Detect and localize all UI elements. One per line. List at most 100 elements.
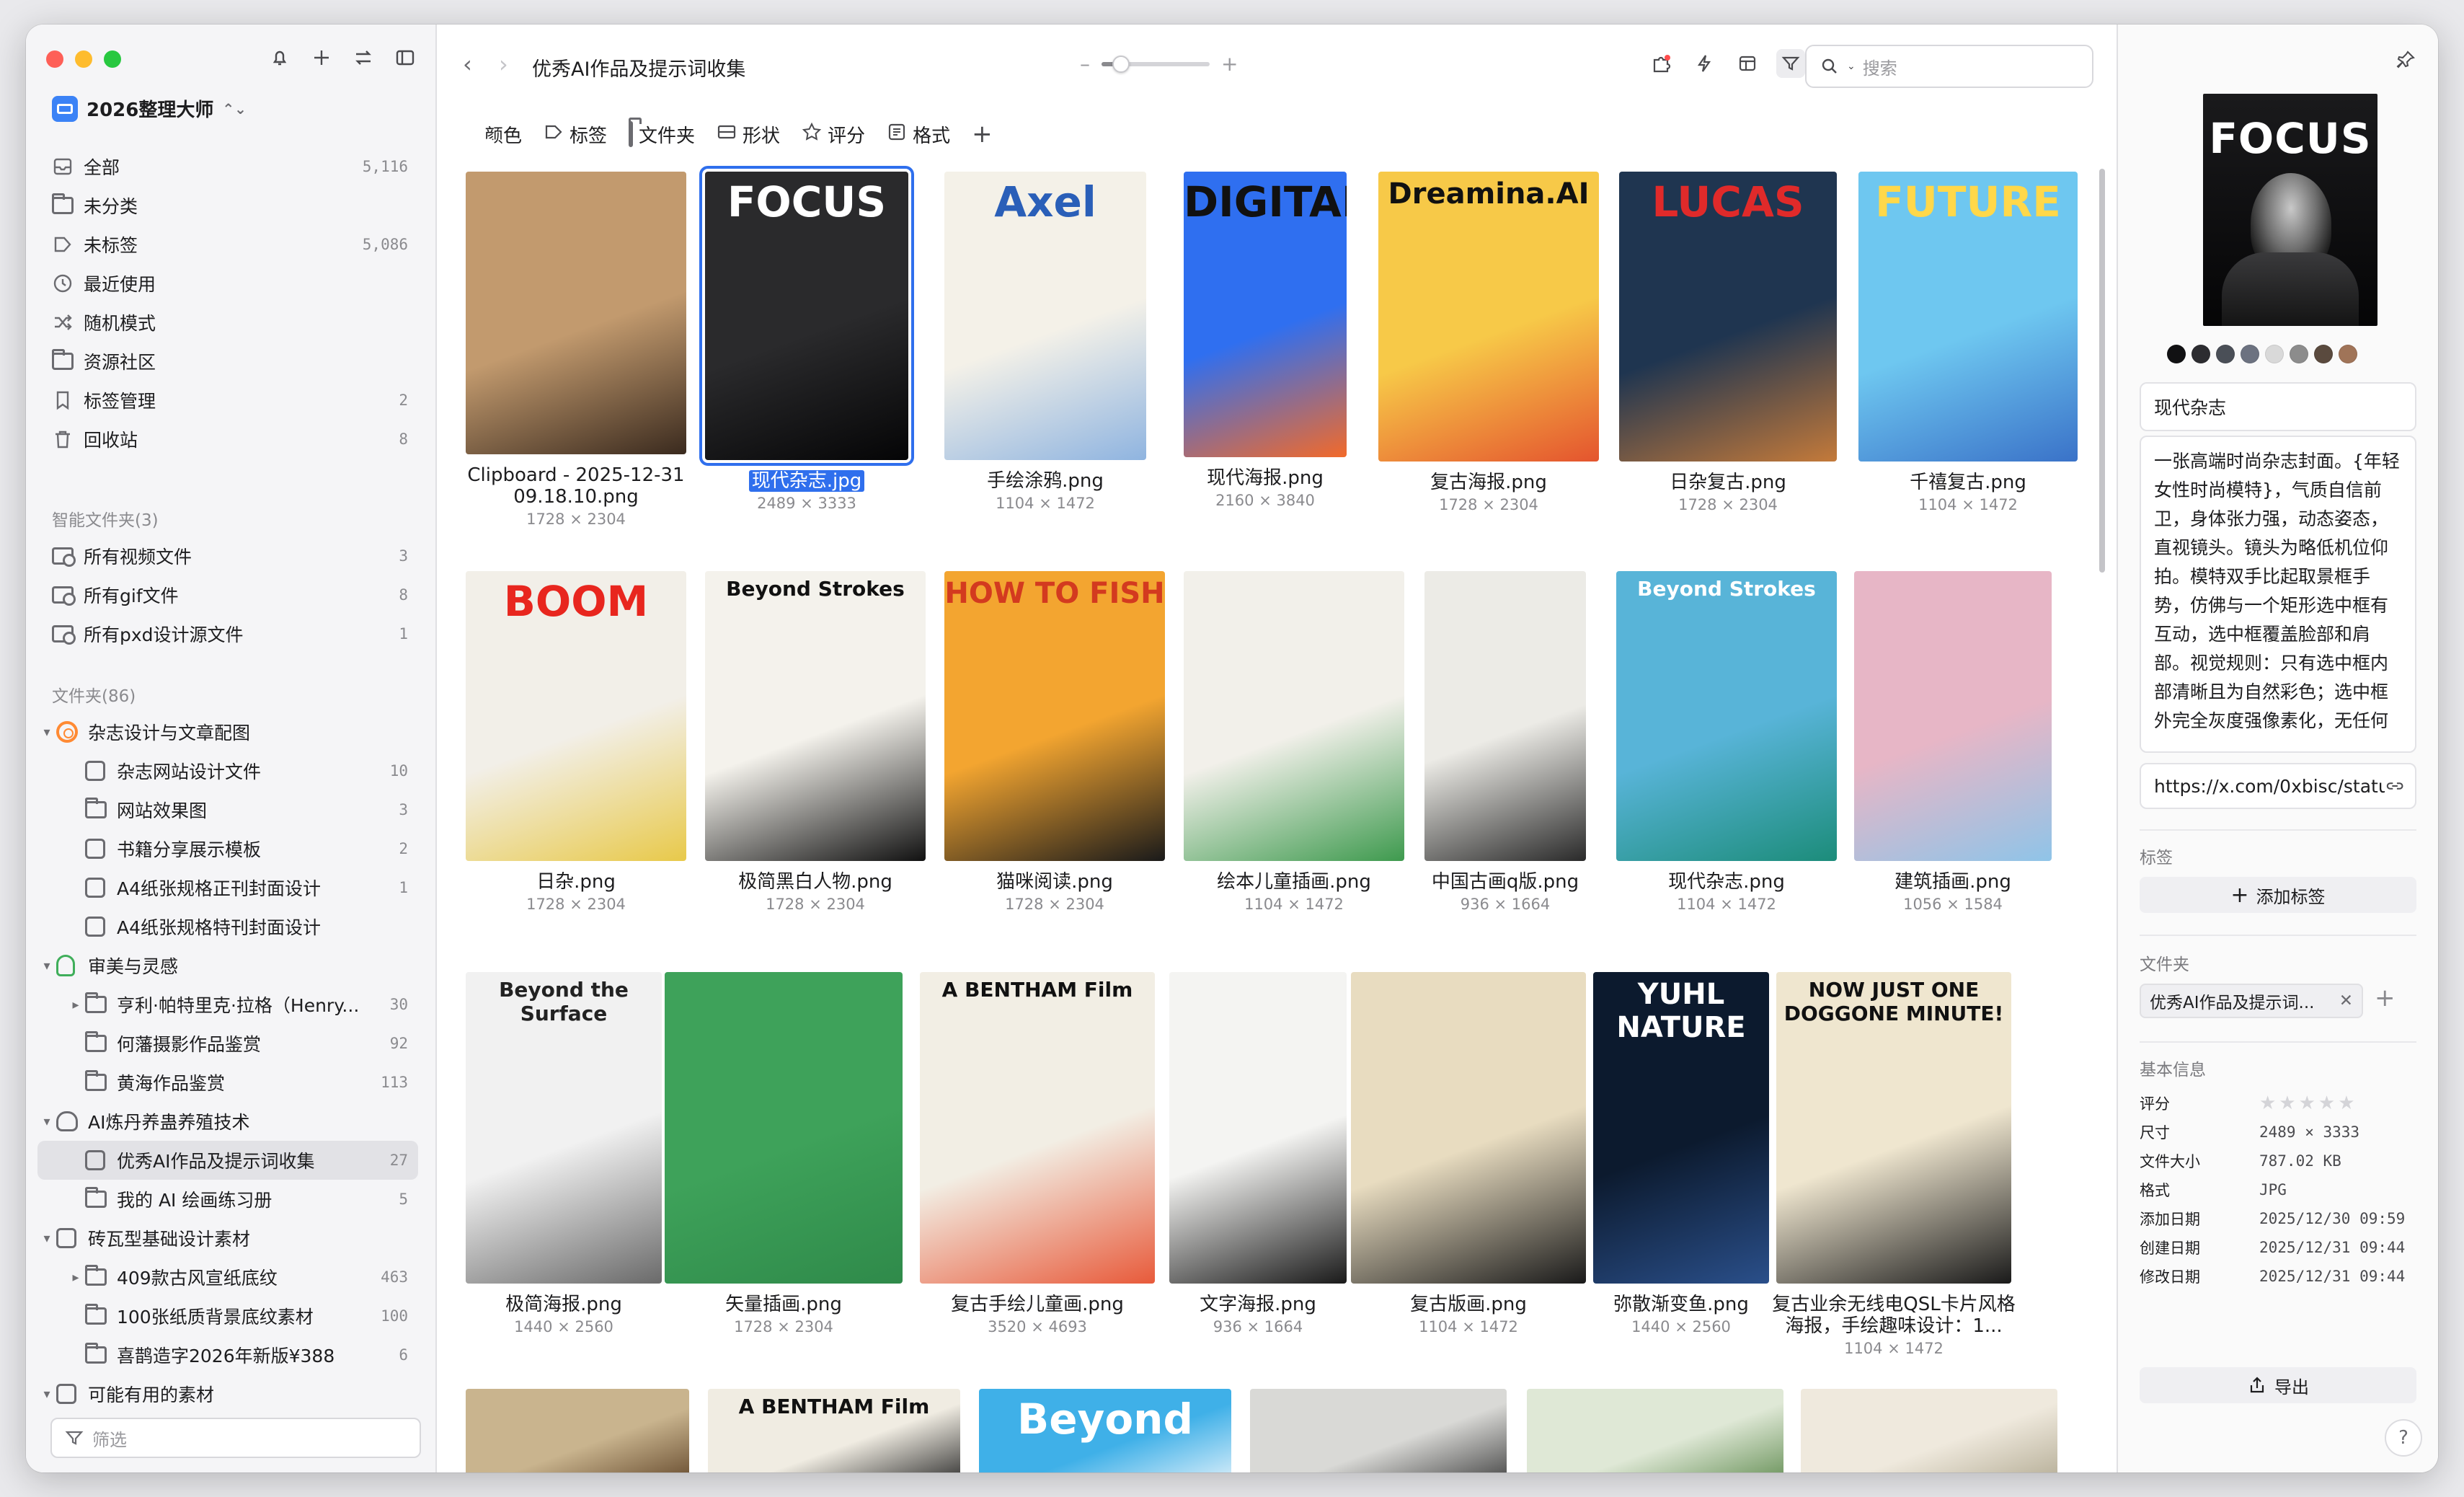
folder-item[interactable]: 杂志网站设计文件 10 [37,751,418,790]
image-thumbnail[interactable]: DIGITAL [1184,172,1347,457]
image-thumbnail[interactable]: BOOM [466,571,686,861]
folder-item[interactable]: 书籍分享展示模板 2 [37,829,418,868]
image-thumbnail[interactable]: LUCAS [1619,172,1837,462]
chevron-down-icon[interactable]: ▾ [37,1231,56,1246]
layout-icon[interactable] [1733,49,1762,78]
sidebar-item[interactable]: 未标签 5,086 [52,225,418,264]
folder-item[interactable]: ▾ 杂志设计与文章配图 [37,712,418,751]
zoom-slider-knob[interactable] [1112,55,1130,73]
sidebar-filter-input[interactable]: 筛选 [50,1418,421,1458]
funnel-icon[interactable] [1776,49,1805,78]
folder-item[interactable]: 何藩摄影作品鉴赏 92 [37,1024,418,1063]
image-thumbnail[interactable]: YUHL NATURE [1593,972,1769,1284]
chevron-down-icon[interactable]: ▾ [37,1114,56,1129]
color-swatch[interactable] [2241,345,2259,363]
smart-folder-item[interactable]: 所有gif文件 8 [52,575,418,614]
color-swatch[interactable] [2167,345,2186,363]
image-thumbnail[interactable]: Beyond the Surface [466,972,662,1284]
folder-item[interactable]: 黄海作品鉴赏 113 [37,1063,418,1102]
chevron-right-icon[interactable]: ▸ [66,997,85,1012]
export-button[interactable]: 导出 [2140,1367,2416,1403]
minimize-window-button[interactable] [75,50,92,68]
folder-item[interactable]: A4纸张规格正刊封面设计 1 [37,868,418,907]
forward-chevron-icon[interactable]: › [499,50,508,78]
filter-format[interactable]: 格式 [887,121,950,148]
add-filter-button[interactable]: + [972,120,993,149]
image-thumbnail[interactable] [1184,571,1404,861]
add-tag-button[interactable]: + 添加标签 [2140,877,2416,913]
url-field[interactable]: https://x.com/0xbisc/status [2140,763,2416,809]
image-thumbnail[interactable] [466,1389,689,1472]
image-thumbnail[interactable]: Axel [944,172,1146,460]
filter-shape[interactable]: 形状 [717,121,780,148]
sidebar-item[interactable]: 资源社区 [52,342,418,381]
folder-item[interactable]: 喜鹊造字2026年新版¥388 6 [37,1335,418,1374]
folder-item[interactable]: ▾ 砖瓦型基础设计素材 [37,1219,418,1258]
folders-header[interactable]: 文件夹(86) [52,676,418,712]
image-thumbnail[interactable] [1424,571,1586,861]
chevron-right-icon[interactable]: ▸ [66,1270,85,1285]
color-swatch[interactable] [2265,345,2284,363]
chevron-down-icon[interactable]: ▾ [37,958,56,973]
color-swatch[interactable] [2290,345,2308,363]
color-swatch[interactable] [2192,345,2210,363]
filter-star[interactable]: 评分 [802,121,865,148]
sidebar-item[interactable]: 最近使用 [52,264,418,303]
maximize-window-button[interactable] [104,50,121,68]
image-thumbnail[interactable]: Beyond Strokes [705,571,926,861]
scrollbar-thumb[interactable] [2099,169,2105,573]
image-thumbnail[interactable] [466,172,686,454]
image-thumbnail[interactable]: Beyond Strokes [1616,571,1837,861]
help-icon[interactable]: ? [2385,1419,2422,1457]
image-thumbnail[interactable]: FUTURE [1858,172,2078,462]
smart-folder-item[interactable]: 所有视频文件 3 [52,536,418,575]
image-thumbnail[interactable] [1527,1389,1783,1472]
smart-folders-header[interactable]: 智能文件夹(3) [52,500,418,536]
swap-icon[interactable] [350,45,376,71]
folder-item[interactable]: 我的 AI 绘画练习册 5 [37,1180,418,1219]
zoom-out-button[interactable]: – [1080,52,1090,76]
folder-item[interactable]: 网站效果图 3 [37,790,418,829]
image-thumbnail[interactable] [1351,972,1586,1284]
image-thumbnail[interactable]: FOCUS [699,166,914,466]
chevron-down-icon[interactable]: ▾ [37,725,56,740]
folder-item[interactable]: A4纸张规格特刊封面设计 [37,907,418,946]
preview-image[interactable]: FOCUS [2203,94,2377,326]
folder-item[interactable]: ▾ AI炼丹养蛊养殖技术 [37,1102,418,1141]
remove-chip-icon[interactable]: ✕ [2339,992,2353,1010]
sidebar-item[interactable]: 回收站 8 [52,420,418,459]
library-switcher[interactable]: 2026整理大师 ⌃⌄ [52,95,247,122]
folder-item[interactable]: 优秀AI作品及提示词收集 27 [37,1141,418,1180]
color-swatch[interactable] [2314,345,2333,363]
color-swatch[interactable] [2339,345,2357,363]
image-thumbnail[interactable]: A BENTHAM Film [708,1389,960,1472]
image-thumbnail[interactable]: Dreamina.AI [1378,172,1599,462]
zoom-slider[interactable] [1102,55,1210,73]
sidebar-item[interactable]: 标签管理 2 [52,381,418,420]
filter-color-wheel[interactable]: 颜色 [479,121,522,148]
folder-chip[interactable]: 优秀AI作品及提示词... ✕ [2140,984,2363,1018]
sidebar-item[interactable]: 全部 5,116 [52,147,418,186]
image-thumbnail[interactable] [1250,1389,1507,1472]
folder-item[interactable]: ▸ 409款古风宣纸底纹 463 [37,1258,418,1297]
image-thumbnail[interactable]: HOW TO FISH [944,571,1165,861]
bell-icon[interactable] [267,45,293,71]
filter-folder[interactable]: 文件夹 [629,121,695,148]
image-thumbnail[interactable]: A BENTHAM Film [920,972,1155,1284]
folder-item[interactable]: ▾ 可能有用的素材 [37,1374,418,1413]
lightning-icon[interactable] [1690,49,1719,78]
rating-stars[interactable]: ★★★★★ [2259,1092,2358,1114]
smart-folder-item[interactable]: 所有pxd设计源文件 1 [52,614,418,653]
grid-scrollbar[interactable] [2099,169,2106,1452]
image-thumbnail[interactable] [1801,1389,2057,1472]
folder-item[interactable]: ▾ 审美与灵感 [37,946,418,985]
filter-tag[interactable]: 标签 [544,121,607,148]
sidebar-item[interactable]: 未分类 [52,186,418,225]
sidebar-toggle-icon[interactable] [392,45,418,71]
back-chevron-icon[interactable]: ‹ [463,50,472,78]
image-thumbnail[interactable]: NOW JUST ONE DOGGONE MINUTE! [1776,972,2011,1284]
plugin-icon[interactable] [1647,49,1675,78]
chevron-down-icon[interactable]: ▾ [37,1387,56,1402]
zoom-in-button[interactable]: + [1221,52,1238,76]
item-name-field[interactable]: 现代杂志 [2140,382,2416,431]
